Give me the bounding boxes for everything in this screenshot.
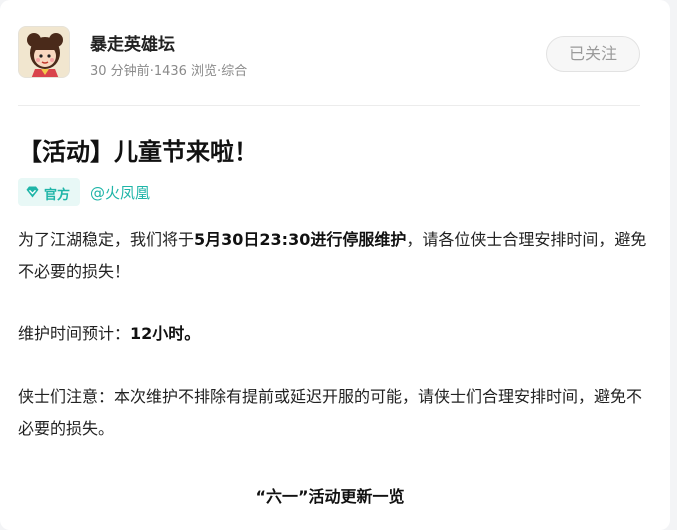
cartoon-girl-icon xyxy=(19,27,69,77)
paragraph-text: 维护时间预计： xyxy=(18,324,131,343)
post-paragraph-notice: 侠士们注意：本次维护不排除有提前或延迟开服的可能，请侠士们合理安排时间，避免不必… xyxy=(18,387,643,438)
header-divider xyxy=(18,105,640,106)
view-count: 1436 浏览 xyxy=(153,64,218,79)
post-paragraph-duration: 维护时间预计：12小时。 xyxy=(18,318,648,350)
author-name[interactable]: @火凤凰 xyxy=(90,182,150,203)
post-header: 暴走英雄坛 30 分钟前·1436 浏览·综合 已关注 xyxy=(18,26,640,82)
official-badge-label: 官方 xyxy=(44,188,71,203)
forum-name[interactable]: 暴走英雄坛 xyxy=(90,30,175,55)
post-card: 暴走英雄坛 30 分钟前·1436 浏览·综合 已关注 【活动】儿童节来啦！ 官… xyxy=(0,0,670,530)
official-badge: 官方 xyxy=(18,178,80,206)
paragraph-text: 为了江湖稳定，我们将于 xyxy=(18,230,195,249)
post-paragraph-maintenance: 为了江湖稳定，我们将于5月30日23:30进行停服维护，请各位侠士合理安排时间，… xyxy=(18,224,648,288)
post-title: 【活动】儿童节来啦！ xyxy=(18,138,258,166)
diamond-icon xyxy=(26,186,39,198)
post-time: 30 分钟前 xyxy=(90,64,150,79)
post-meta: 30 分钟前·1436 浏览·综合 xyxy=(90,60,247,79)
paragraph-emphasis: 12小时。 xyxy=(130,324,201,343)
section-subheading: “六一”活动更新一览 xyxy=(255,487,405,506)
follow-button[interactable]: 已关注 xyxy=(546,36,640,72)
post-category[interactable]: 综合 xyxy=(221,64,247,79)
paragraph-emphasis: 5月30日23:30进行停服维护 xyxy=(194,230,407,249)
forum-avatar[interactable] xyxy=(18,26,70,78)
